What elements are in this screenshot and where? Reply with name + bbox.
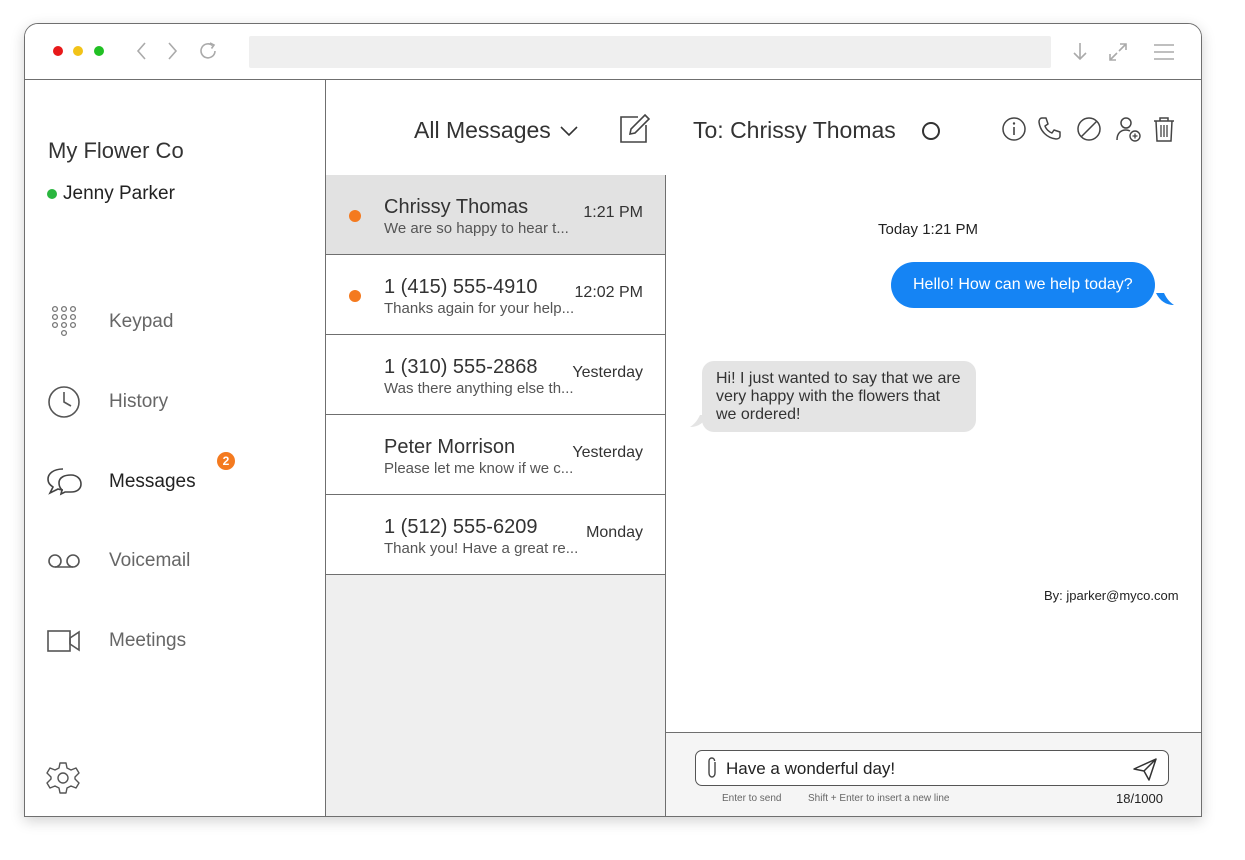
sidebar-item-label: Messages — [109, 471, 196, 492]
sent-by-label: By: jparker@myco.com — [1044, 588, 1179, 603]
conversation-time: Monday — [586, 524, 643, 541]
reload-icon[interactable] — [197, 36, 221, 66]
incoming-message-bubble: Hi! I just wanted to say that we are ver… — [702, 361, 976, 432]
company-name: My Flower Co — [48, 138, 184, 163]
unread-dot-icon — [349, 210, 361, 222]
conversation-preview: Was there anything else th... — [384, 380, 574, 397]
chevron-down-icon — [560, 125, 578, 136]
outgoing-message-bubble: Hello! How can we help today? — [891, 262, 1155, 308]
current-user: Jenny Parker — [47, 183, 175, 205]
back-arrow-icon[interactable] — [129, 36, 153, 66]
conversation-time: Yesterday — [572, 444, 643, 461]
user-name: Jenny Parker — [63, 183, 175, 204]
draft-text: Have a wonderful day! — [726, 759, 896, 778]
paperclip-icon[interactable] — [704, 756, 720, 780]
keypad-icon — [45, 303, 83, 341]
sidebar-item-meetings[interactable]: Meetings — [45, 621, 186, 661]
conversation-preview: Thank you! Have a great re... — [384, 540, 579, 557]
recipient-label: To: Chrissy Thomas — [693, 117, 896, 143]
message-filter-dropdown[interactable]: All Messages — [414, 117, 579, 144]
character-count: 18/1000 — [1116, 791, 1163, 806]
conversation-header: All Messages To: Chrissy Thomas — [326, 80, 1201, 176]
conversation-name: 1 (415) 555-4910 — [384, 276, 538, 298]
conversation-name: 1 (310) 555-2868 — [384, 356, 538, 378]
minimize-window-button[interactable] — [73, 46, 83, 56]
conversation-time: Yesterday — [572, 364, 643, 381]
conversation-time: 1:21 PM — [583, 204, 643, 221]
conversation-item[interactable]: 1 (512) 555-6209 Thank you! Have a great… — [326, 495, 665, 575]
compose-icon[interactable] — [618, 113, 650, 145]
sidebar-item-keypad[interactable]: Keypad — [45, 302, 173, 342]
address-bar[interactable] — [249, 36, 1051, 68]
message-composer: Have a wonderful day! Enter to send Shif… — [666, 732, 1201, 816]
contact-status-icon — [922, 122, 940, 140]
conversation-item[interactable]: Chrissy Thomas We are so happy to hear t… — [326, 175, 665, 255]
day-timestamp: Today 1:21 PM — [878, 221, 979, 238]
conversation-name: Chrissy Thomas — [384, 196, 529, 218]
close-window-button[interactable] — [53, 46, 63, 56]
app-window: My Flower Co Jenny Parker Keypad History… — [24, 23, 1202, 817]
conversation-item[interactable]: 1 (415) 555-4910 Thanks again for your h… — [326, 255, 665, 335]
conversation-time: 12:02 PM — [574, 284, 643, 301]
chat-bubbles-icon — [45, 463, 83, 501]
forward-arrow-icon[interactable] — [161, 36, 185, 66]
send-icon[interactable] — [1132, 756, 1158, 782]
conversation-preview: Thanks again for your help... — [384, 300, 575, 317]
download-icon[interactable] — [1067, 38, 1093, 66]
block-icon[interactable] — [1075, 115, 1103, 143]
voicemail-icon — [45, 542, 83, 580]
sidebar-item-label: Meetings — [109, 630, 187, 651]
conversation-preview: We are so happy to hear t... — [384, 220, 569, 237]
sidebar-item-label: Keypad — [109, 311, 174, 332]
conversation-item[interactable]: 1 (310) 555-2868 Was there anything else… — [326, 335, 665, 415]
gear-icon[interactable] — [45, 760, 81, 796]
expand-icon[interactable] — [1105, 38, 1131, 66]
online-status-icon — [47, 189, 57, 199]
browser-toolbar — [25, 24, 1201, 80]
sidebar-item-label: Voicemail — [109, 550, 191, 571]
sidebar: My Flower Co Jenny Parker Keypad History… — [25, 80, 326, 816]
menu-icon[interactable] — [1151, 38, 1177, 66]
video-camera-icon — [45, 622, 83, 660]
clock-icon — [45, 383, 83, 421]
sidebar-item-label: History — [109, 391, 169, 412]
info-icon[interactable] — [1000, 115, 1028, 143]
sidebar-item-voicemail[interactable]: Voicemail — [45, 541, 190, 581]
conversation-preview: Please let me know if we c... — [384, 460, 574, 477]
add-contact-icon[interactable] — [1114, 115, 1142, 143]
conversation-name: 1 (512) 555-6209 — [384, 516, 538, 538]
conversation-item[interactable]: Peter Morrison Please let me know if we … — [326, 415, 665, 495]
maximize-window-button[interactable] — [94, 46, 104, 56]
phone-icon[interactable] — [1036, 115, 1064, 143]
newline-hint: Shift + Enter to insert a new line — [808, 793, 950, 804]
trash-icon[interactable] — [1150, 115, 1178, 143]
message-input[interactable]: Have a wonderful day! — [695, 750, 1169, 786]
bubble-tail-icon — [1156, 293, 1174, 305]
unread-dot-icon — [349, 290, 361, 302]
send-hint: Enter to send — [722, 793, 782, 804]
message-thread: Today 1:21 PM Hello! How can we help tod… — [666, 175, 1201, 732]
conversation-list: Chrissy Thomas We are so happy to hear t… — [326, 175, 666, 816]
unread-count-badge: 2 — [217, 452, 235, 470]
filter-label: All Messages — [414, 117, 551, 143]
conversation-name: Peter Morrison — [384, 436, 516, 458]
sidebar-item-messages[interactable]: Messages 2 — [45, 452, 235, 502]
sidebar-item-history[interactable]: History — [45, 382, 168, 422]
